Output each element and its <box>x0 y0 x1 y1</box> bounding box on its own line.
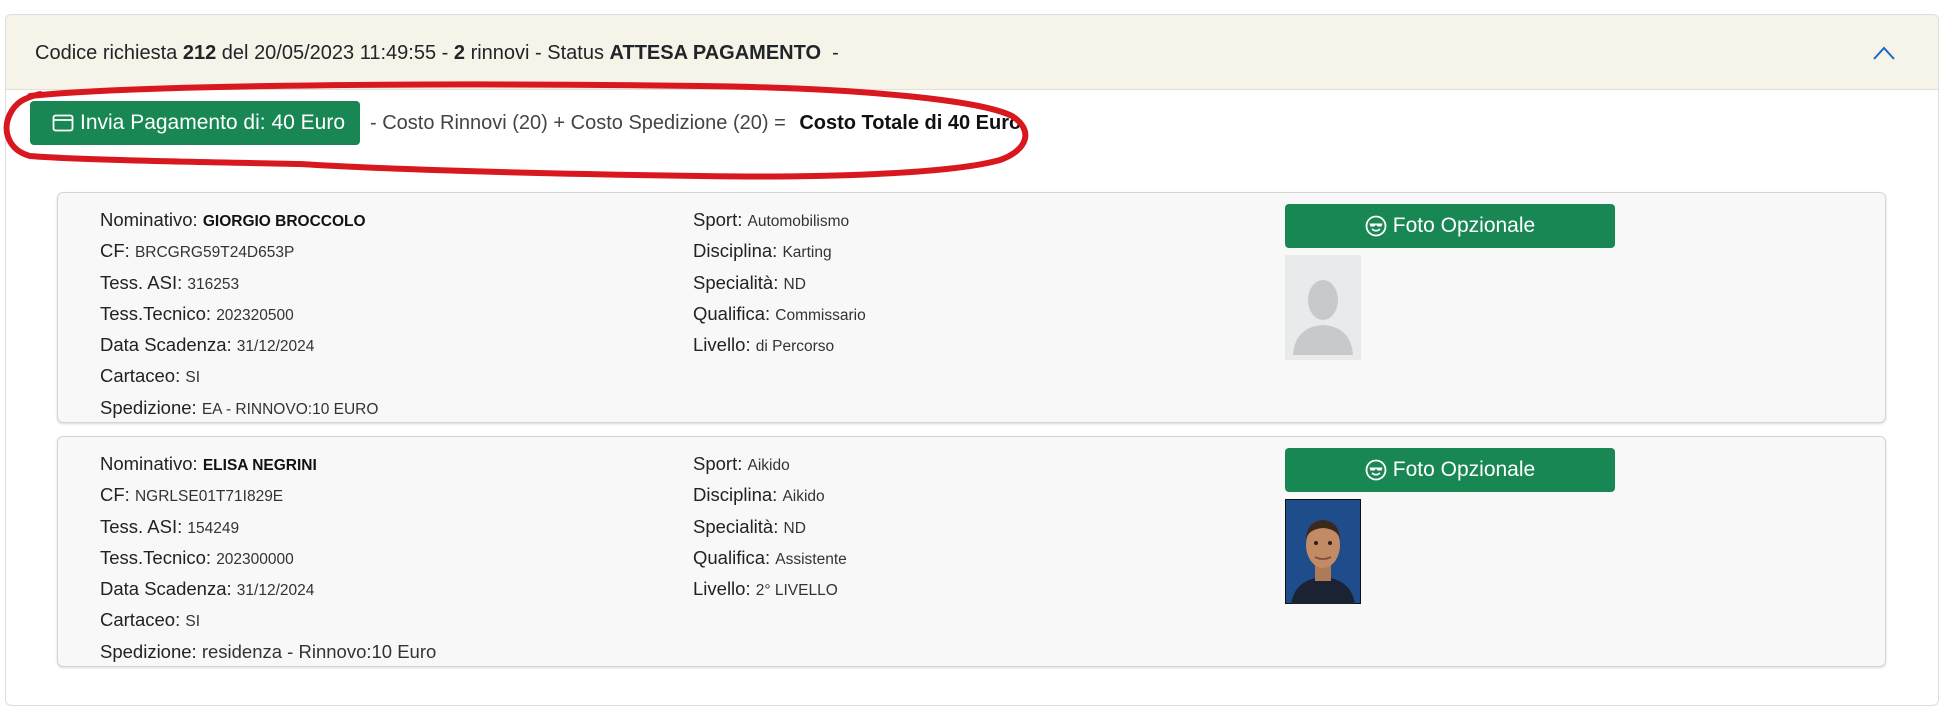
portrait-photo <box>1285 499 1361 604</box>
placeholder-avatar <box>1285 255 1361 360</box>
field-label: Nominativo: <box>100 209 198 230</box>
chevron-up-icon[interactable] <box>1872 45 1896 61</box>
field-label: Data Scadenza: <box>100 578 232 600</box>
disciplina-value: Karting <box>782 244 832 262</box>
personal-info: Nominativo: ELISA NEGRINI CF: NGRLSE01T7… <box>100 449 436 666</box>
field-label: Cartaceo: <box>100 609 181 631</box>
field-label: Tess. ASI: <box>100 515 183 537</box>
sport-info: Sport: Aikido Disciplina: Aikido Special… <box>693 449 847 605</box>
disciplina-value: Aikido <box>782 488 825 506</box>
field-label: Nominativo: <box>100 453 198 474</box>
optional-photo-button[interactable]: Foto Opzionale <box>1285 448 1615 492</box>
sport-info: Sport: Automobilismo Disciplina: Karting… <box>693 205 866 361</box>
request-date: 20/05/2023 11:49:55 <box>254 42 437 64</box>
field-label: Sport: <box>693 209 743 230</box>
request-card-header[interactable]: Codice richiesta 212 del 20/05/2023 11:4… <box>6 15 1938 90</box>
nominativo-value: GIORGIO BROCCOLO <box>202 213 366 230</box>
asi-value: 154249 <box>187 519 240 537</box>
field-label: Qualifica: <box>693 546 771 568</box>
field-label: Sport: <box>693 453 743 474</box>
qualifica-value: Commissario <box>775 306 866 324</box>
dash: - <box>832 42 839 64</box>
del-label: del <box>221 42 249 64</box>
status-value: ATTESA PAGAMENTO <box>609 42 822 64</box>
nominativo-value: ELISA NEGRINI <box>202 457 317 474</box>
rinnovi-label: rinnovi - Status <box>470 42 604 64</box>
field-label: Tess.Tecnico: <box>100 302 212 324</box>
asi-value: 316253 <box>187 275 240 293</box>
optional-photo-label: Foto Opzionale <box>1392 214 1536 237</box>
field-label: Data Scadenza: <box>100 334 232 356</box>
field-label: Spedizione: <box>100 640 197 662</box>
personal-info: Nominativo: GIORGIO BROCCOLO CF: BRCGRG5… <box>100 205 378 424</box>
field-label: Tess. ASI: <box>100 271 183 293</box>
specialita-value: ND <box>783 519 806 537</box>
qualifica-value: Assistente <box>775 550 847 568</box>
specialita-value: ND <box>783 275 806 293</box>
sport-value: Aikido <box>747 457 790 474</box>
field-label: Livello: <box>693 334 751 356</box>
field-label: CF: <box>100 240 130 262</box>
field-label: Livello: <box>693 578 751 600</box>
field-label: CF: <box>100 484 130 506</box>
person-card: Nominativo: GIORGIO BROCCOLO CF: BRCGRG5… <box>57 192 1886 423</box>
field-label: Specialità: <box>693 515 779 537</box>
field-label: Disciplina: <box>693 240 778 262</box>
scadenza-value: 31/12/2024 <box>236 582 315 600</box>
payment-breakdown: - Costo Rinnovi (20) + Costo Spedizione … <box>370 112 1021 135</box>
dash: - <box>441 42 449 64</box>
optional-photo-button[interactable]: Foto Opzionale <box>1285 204 1615 248</box>
tecnico-value: 202320500 <box>216 306 294 324</box>
total-cost: Costo Totale di 40 Euro <box>799 112 1022 134</box>
field-label: Cartaceo: <box>100 365 181 387</box>
credit-card-icon <box>52 114 74 132</box>
spedizione-value: EA - RINNOVO:10 EURO <box>201 400 379 418</box>
codice-value: 212 <box>182 42 217 64</box>
field-label: Spedizione: <box>100 396 197 418</box>
codice-label: Codice richiesta <box>35 42 178 64</box>
send-payment-label: Invia Pagamento di: 40 Euro <box>80 111 346 134</box>
smiling-face-sunglasses-icon <box>1365 215 1387 237</box>
field-label: Specialità: <box>693 271 779 293</box>
cf-value: BRCGRG59T24D653P <box>134 244 295 262</box>
scadenza-value: 31/12/2024 <box>236 338 315 356</box>
rinnovi-count: 2 <box>453 42 466 64</box>
cartaceo-value: SI <box>185 613 201 631</box>
field-label: Disciplina: <box>693 484 778 506</box>
cost-breakdown-text: - Costo Rinnovi (20) + Costo Spedizione … <box>370 112 786 134</box>
smiling-face-sunglasses-icon <box>1365 459 1387 481</box>
optional-photo-label: Foto Opzionale <box>1392 458 1536 481</box>
field-label: Qualifica: <box>693 302 771 324</box>
request-summary: Codice richiesta 212 del 20/05/2023 11:4… <box>35 42 839 65</box>
field-label: Tess.Tecnico: <box>100 546 212 568</box>
send-payment-button[interactable]: Invia Pagamento di: 40 Euro <box>30 101 360 145</box>
spedizione-value: residenza - Rinnovo:10 Euro <box>201 640 437 662</box>
livello-value: di Percorso <box>755 338 835 356</box>
cartaceo-value: SI <box>185 369 201 387</box>
sport-value: Automobilismo <box>747 213 850 230</box>
tecnico-value: 202300000 <box>216 550 294 568</box>
person-card: Nominativo: ELISA NEGRINI CF: NGRLSE01T7… <box>57 436 1886 667</box>
livello-value: 2° LIVELLO <box>755 582 838 600</box>
cf-value: NGRLSE01T71I829E <box>134 488 284 506</box>
